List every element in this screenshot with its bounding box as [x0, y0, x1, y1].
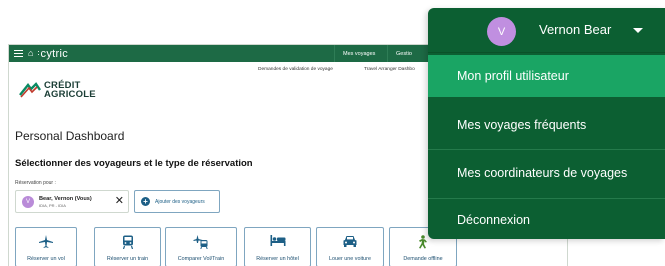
user-name: Vernon Bear: [539, 22, 612, 37]
offline-request-label: Demande offline: [403, 256, 443, 262]
brand-name: cytric: [40, 47, 68, 60]
plane-train-icon: [193, 235, 208, 249]
home-icon[interactable]: ⌂: [28, 49, 33, 58]
menu-item-frequent-trips[interactable]: Mes voyages fréquents: [428, 104, 665, 146]
section-title: Sélectionner des voyageurs et le type de…: [15, 158, 253, 169]
menu-item-logout[interactable]: Déconnexion: [428, 201, 665, 239]
plus-circle-icon: +: [141, 197, 150, 206]
remove-traveler-close-icon[interactable]: ✕: [115, 195, 124, 207]
menu-divider: [428, 149, 665, 150]
book-hotel-label: Réserver un hôtel: [256, 256, 299, 262]
company-logo-text: CRÉDIT AGRICOLE: [44, 80, 96, 100]
company-logo: CRÉDIT AGRICOLE: [19, 81, 96, 99]
user-dropdown-menu: V Vernon Bear Mon profil utilisateur Mes…: [428, 8, 665, 239]
nav-mes-voyages[interactable]: Mes voyages: [334, 45, 383, 62]
traveler-avatar: V: [22, 195, 34, 208]
add-traveler-label: Ajouter des voyageurs: [155, 198, 205, 205]
menu-item-profile[interactable]: Mon profil utilisateur: [428, 55, 665, 97]
reservation-for-label: Réservation pour :: [15, 180, 56, 186]
credit-agricole-logo-icon: [19, 82, 41, 98]
plane-icon: [39, 235, 53, 248]
bed-icon: [270, 235, 285, 246]
book-train-label: Réserver un train: [106, 256, 149, 262]
rent-car-label: Louer une voiture: [329, 256, 371, 262]
book-flight-label: Réserver un vol: [27, 256, 65, 262]
book-train-button[interactable]: Réserver un train: [94, 227, 161, 266]
book-flight-button[interactable]: Réserver un vol: [15, 227, 77, 266]
compare-flight-train-label: Comparer Vol/Train: [177, 256, 225, 262]
user-avatar: V: [487, 17, 516, 46]
cytric-logo-icon: ∶: [37, 49, 39, 58]
traveler-org: IDIA, PR - IDIA: [39, 202, 66, 208]
car-icon: [343, 236, 357, 247]
add-traveler-button[interactable]: + Ajouter des voyageurs: [134, 190, 220, 213]
menu-item-label: Déconnexion: [457, 213, 530, 227]
menu-item-label: Mes coordinateurs de voyages: [457, 166, 628, 180]
caret-down-icon: [633, 28, 643, 33]
traveler-chip[interactable]: V Bear, Vernon (Vous) IDIA, PR - IDIA ✕: [15, 190, 129, 213]
menu-item-label: Mon profil utilisateur: [457, 69, 569, 83]
rent-car-button[interactable]: Louer une voiture: [316, 227, 384, 266]
page-title: Personal Dashboard: [15, 129, 125, 143]
menu-divider: [428, 198, 665, 199]
subnav-travel-arranger-link[interactable]: Travel Arranger Dashbo: [364, 67, 415, 72]
menu-item-label: Mes voyages fréquents: [457, 118, 587, 132]
nav-gestion[interactable]: Gestio: [387, 45, 420, 62]
traveler-name: Bear, Vernon (Vous): [39, 195, 92, 202]
train-icon: [122, 235, 133, 249]
user-menu-toggle[interactable]: V Vernon Bear: [428, 8, 665, 53]
book-hotel-button[interactable]: Réserver un hôtel: [244, 227, 311, 266]
traveler-info: Bear, Vernon (Vous) IDIA, PR - IDIA: [39, 196, 92, 208]
subnav-validation-link[interactable]: Demandes de validation de voyage: [258, 67, 333, 72]
menu-item-travel-coordinators[interactable]: Mes coordinateurs de voyages: [428, 152, 665, 194]
compare-flight-train-button[interactable]: Comparer Vol/Train: [165, 227, 237, 266]
hamburger-menu-icon[interactable]: [14, 50, 23, 57]
